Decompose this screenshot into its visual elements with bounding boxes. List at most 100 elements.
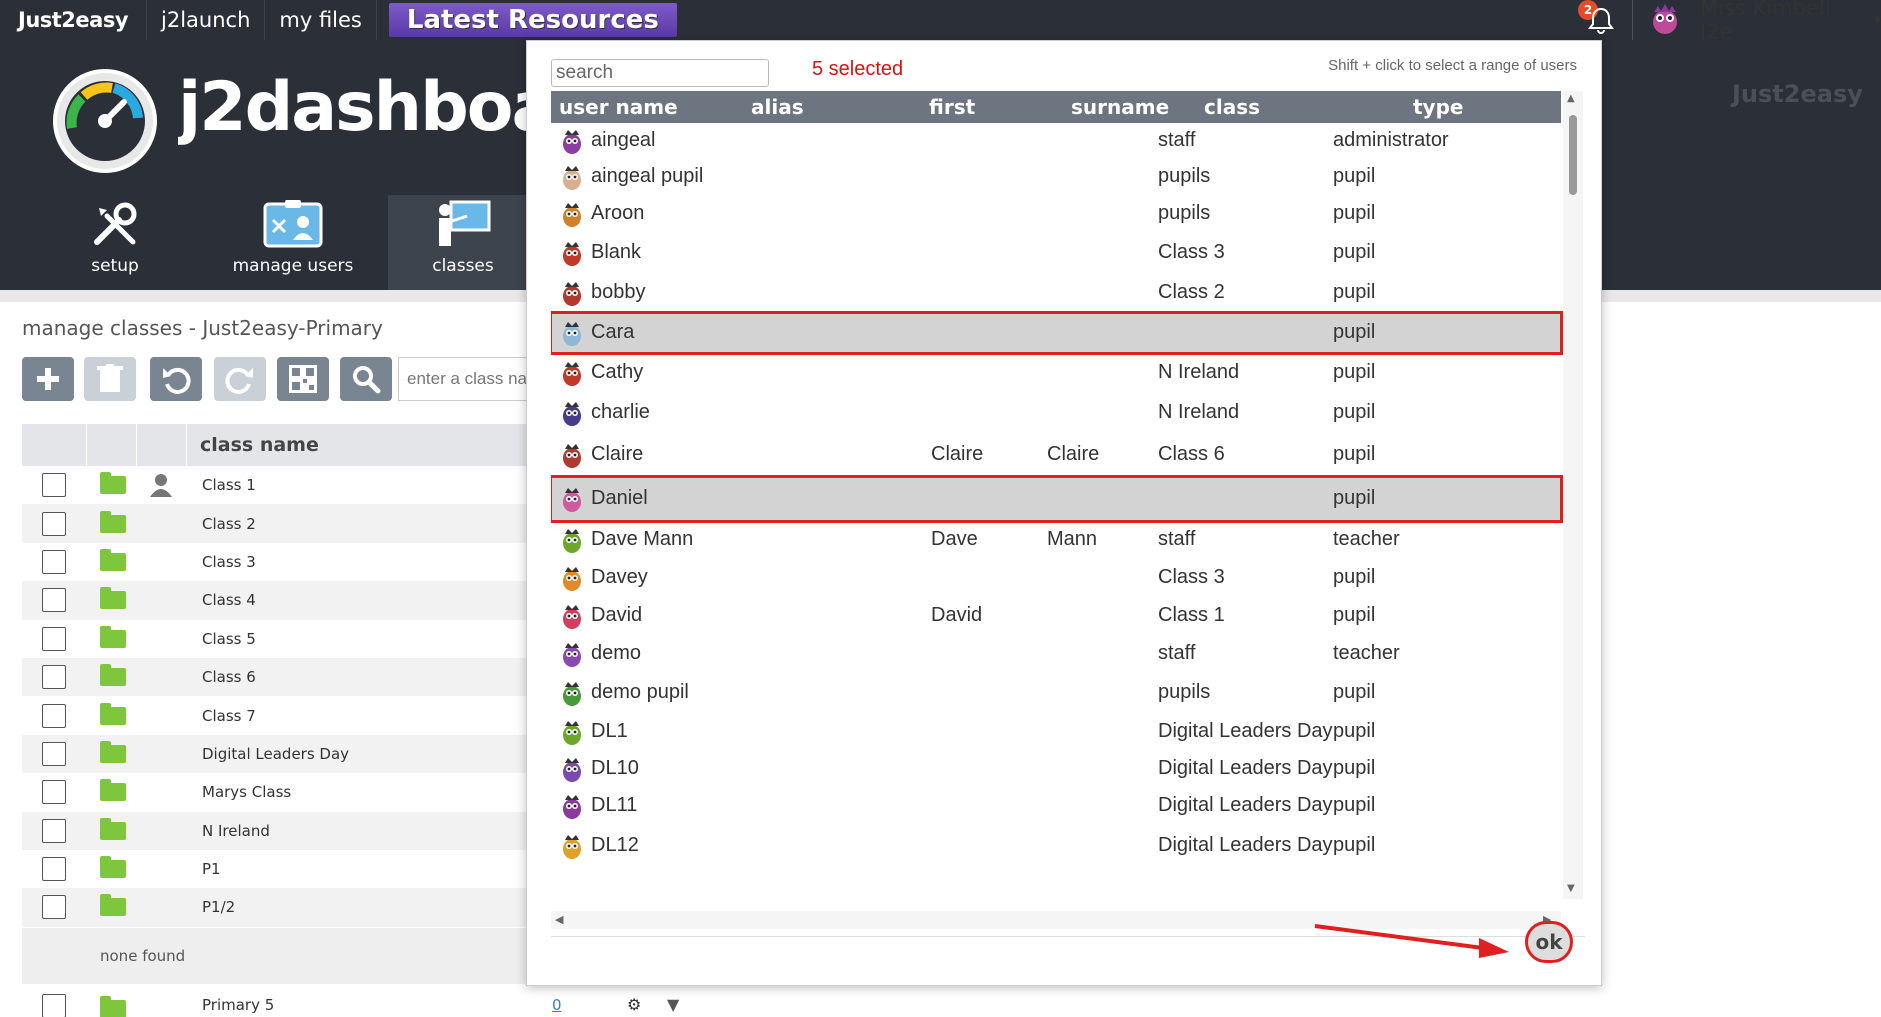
folder-icon [100,587,126,610]
user-menu[interactable]: Miss Kimbell J2e ▾ [1700,0,1881,44]
tab-setup[interactable]: setup [60,195,170,290]
teacher-board-icon [439,200,491,246]
member-count-link[interactable]: 0 [552,996,562,1014]
user-class: Digital Leaders Day [1158,834,1333,856]
class-name: N Ireland [202,821,270,840]
table-row[interactable]: P1 [22,850,542,888]
user-avatar-icon [563,795,581,819]
delete-class-button[interactable] [84,357,136,401]
tab-manage-users[interactable]: manage users [218,195,368,290]
row-checkbox[interactable] [42,511,66,536]
user-avatar-icon [563,835,581,859]
table-row[interactable]: Class 2 [22,504,542,543]
user-row[interactable]: Daniel pupil [551,475,1563,523]
add-class-button[interactable] [22,357,74,401]
watermark: Just2easy [1732,80,1863,108]
user-avatar-icon [563,166,581,190]
topbar-divider [1632,0,1633,40]
table-row[interactable]: Class 4 [22,581,542,620]
my-files-link[interactable]: my files [265,0,377,40]
row-checkbox[interactable] [42,857,66,882]
user-row[interactable]: charlie N Ireland pupil [551,393,1561,433]
user-avatar-icon [563,362,581,386]
user-row[interactable]: aingeal staff administrator [551,123,1561,159]
user-class: staff [1158,528,1196,550]
user-row[interactable]: Blank Class 3 pupil [551,233,1561,273]
row-checkbox[interactable] [42,626,66,651]
gear-icon[interactable]: ⚙ [627,995,641,1014]
table-row[interactable]: Class 3 [22,543,542,581]
class-search-input[interactable]: enter a class na [398,357,538,401]
user-type: pupil [1333,361,1376,383]
col-class[interactable]: class [1204,95,1260,119]
user-row[interactable]: Aroon pupils pupil [551,195,1561,233]
select-users-dialog: search 5 selected Shift + click to selec… [526,40,1602,986]
col-first[interactable]: first [929,95,975,119]
table-row[interactable]: Digital Leaders Day [22,734,542,774]
qr-code-icon [289,365,317,393]
user-avatar-icon[interactable] [1648,2,1682,36]
user-avatar-icon [563,444,581,468]
col-type[interactable]: type [1413,95,1463,119]
qr-code-button[interactable] [277,357,329,401]
tab-classes[interactable]: classes [388,195,538,290]
col-alias[interactable]: alias [751,95,804,119]
vertical-scrollbar[interactable]: ▲ ▼ [1563,91,1583,899]
user-row[interactable]: Cara pupil [551,311,1563,355]
table-row[interactable]: P1/2 [22,888,542,927]
table-row[interactable]: Class 7 [22,696,542,734]
user-row[interactable]: demo staff teacher [551,635,1561,673]
table-row[interactable]: Class 1 [22,466,542,504]
search-class-button[interactable] [340,357,392,401]
user-row[interactable]: DL10 Digital Leaders Day pupil [551,751,1561,787]
user-row[interactable]: Davey Class 3 pupil [551,559,1561,597]
user-row[interactable]: Cathy N Ireland pupil [551,353,1561,393]
user-row[interactable]: Claire Claire Claire Class 6 pupil [551,433,1561,477]
user-row[interactable]: DL11 Digital Leaders Day pupil [551,787,1561,825]
table-row[interactable]: Marys Class [22,773,542,811]
user-name: Blank [591,241,642,263]
row-checkbox[interactable] [42,473,66,498]
scroll-left-icon[interactable]: ◀ [555,913,563,926]
row-checkbox[interactable] [42,741,66,766]
user-name: aingeal [591,129,656,151]
row-checkbox[interactable] [42,703,66,728]
latest-resources-button[interactable]: Latest Resources [388,3,677,37]
user-row[interactable]: DL1 Digital Leaders Day pupil [551,713,1561,751]
undo-button[interactable] [150,357,202,401]
chevron-down-icon[interactable]: ▼ [667,995,679,1014]
user-row[interactable]: bobby Class 2 pupil [551,273,1561,313]
user-search-input[interactable]: search [551,59,769,87]
row-checkbox[interactable] [42,818,66,843]
table-row[interactable]: Class 6 [22,657,542,697]
table-row[interactable]: N Ireland [22,811,542,850]
j2launch-link[interactable]: j2launch [147,0,266,40]
user-row[interactable]: David David Class 1 pupil [551,597,1561,635]
user-row[interactable]: demo pupil pupils pupil [551,673,1561,713]
folder-icon [100,856,126,879]
user-type: pupil [1333,443,1376,465]
row-checkbox[interactable] [42,588,66,613]
scroll-thumb[interactable] [1569,115,1577,195]
user-class: pupils [1158,165,1211,187]
user-row[interactable]: aingeal pupil pupils pupil [551,159,1561,195]
redo-button[interactable] [214,357,266,401]
user-list: user name alias first surname class type… [551,91,1585,937]
brand-link[interactable]: Just2easy [0,0,148,40]
row-checkbox[interactable] [42,994,66,1017]
user-row[interactable]: Dave Mann Dave Mann staff teacher [551,521,1561,559]
table-row[interactable]: Class 5 [22,620,542,658]
user-row[interactable]: DL12 Digital Leaders Day pupil [551,825,1561,867]
row-checkbox[interactable] [42,549,66,574]
bell-icon[interactable] [1585,4,1617,36]
row-checkbox[interactable] [42,780,66,805]
row-checkbox[interactable] [42,665,66,690]
col-surname[interactable]: surname [1071,95,1169,119]
table-row[interactable]: Primary 5 0 ⚙ ▼ [22,992,702,1017]
folder-icon [100,740,126,763]
ok-button[interactable]: ok [1525,921,1573,963]
scroll-down-icon[interactable]: ▼ [1567,883,1575,894]
scroll-up-icon[interactable]: ▲ [1567,93,1575,104]
row-checkbox[interactable] [42,895,66,920]
col-user-name[interactable]: user name [559,95,678,119]
